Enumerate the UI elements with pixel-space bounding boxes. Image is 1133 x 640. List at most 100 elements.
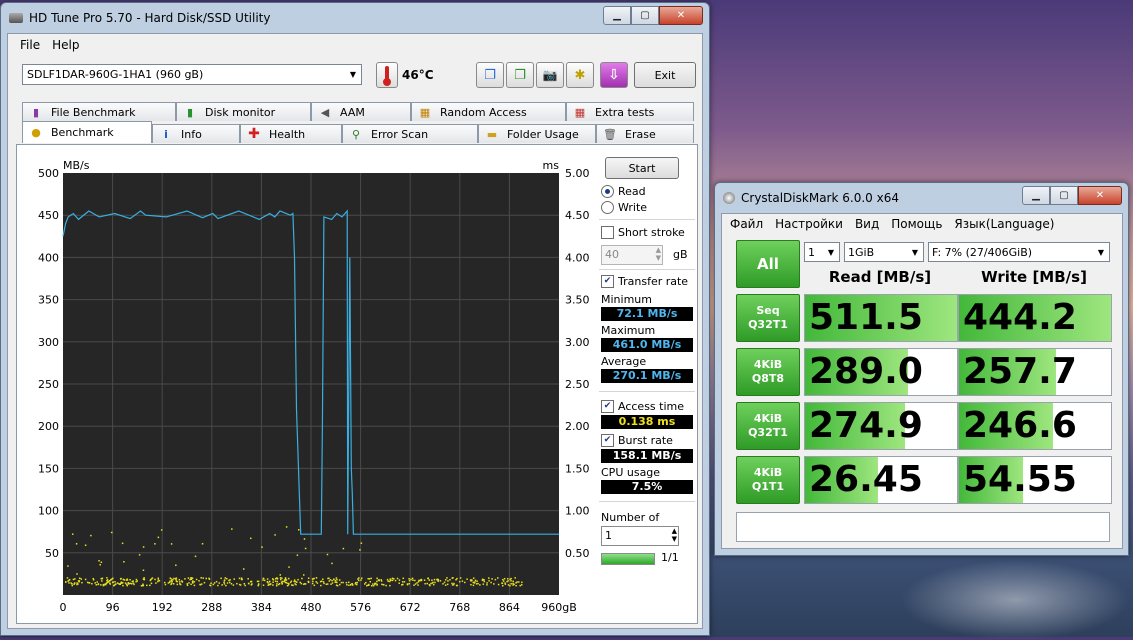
divider: [599, 219, 695, 220]
cdm-menu-language[interactable]: Язык(Language): [954, 217, 1054, 231]
access-time-point: [304, 547, 307, 550]
access-time-point: [160, 529, 163, 531]
access-time-point: [212, 583, 215, 586]
size-select[interactable]: 1GiB ▼: [844, 242, 924, 262]
save-button[interactable]: ⇩: [600, 62, 628, 88]
menu-file[interactable]: File: [20, 38, 40, 52]
menu-help[interactable]: Help: [52, 38, 79, 52]
chevron-down-icon: ▼: [1097, 247, 1105, 257]
cdm-menu-settings[interactable]: Настройки: [775, 217, 843, 231]
close-button[interactable]: ✕: [659, 6, 703, 25]
access-time-point: [202, 577, 204, 579]
access-time-point: [451, 577, 454, 579]
access-time-point: [127, 581, 130, 584]
screenshot-button[interactable]: 📷: [536, 62, 564, 88]
burst-rate-checkbox[interactable]: ✔ Burst rate: [601, 434, 673, 447]
tab-health[interactable]: ✚ Health: [240, 124, 342, 143]
comment-input[interactable]: [736, 512, 1110, 542]
tab-benchmark[interactable]: ● Benchmark: [22, 121, 152, 143]
cdm-minimize-button[interactable]: ▁: [1022, 186, 1050, 205]
copy-text-button[interactable]: ❐: [476, 62, 504, 88]
access-time-point: [247, 578, 249, 580]
y-right-tick-label: 1.50: [565, 462, 590, 475]
stroke-size-spinner[interactable]: 40 ▲ ▼: [601, 245, 663, 265]
access-time-point: [494, 578, 497, 581]
access-time-point: [142, 583, 144, 586]
access-time-point: [173, 577, 175, 580]
access-time-point: [437, 580, 439, 583]
y-right-unit: ms: [543, 159, 560, 172]
access-time-point: [326, 553, 329, 556]
drive-select[interactable]: F: 7% (27/406GiB) ▼: [928, 242, 1110, 262]
write-header: Write [MB/s]: [981, 268, 1087, 286]
access-time-point: [393, 578, 395, 580]
tab-disk-monitor[interactable]: ▮ Disk monitor: [176, 102, 311, 121]
access-time-point: [109, 582, 111, 584]
access-time-point: [74, 578, 76, 580]
tab-error-scan[interactable]: ⚲ Error Scan: [342, 124, 478, 143]
start-button[interactable]: Start: [605, 157, 679, 179]
read-radio[interactable]: Read: [601, 185, 646, 198]
access-time-point: [68, 582, 70, 584]
y-right-tick-label: 3.00: [565, 336, 590, 349]
access-time-point: [445, 579, 447, 581]
hdtune-titlebar[interactable]: HD Tune Pro 5.70 - Hard Disk/SSD Utility…: [1, 3, 709, 33]
access-time-label: Access time: [618, 400, 685, 413]
test-button-0[interactable]: Seq Q32T1: [736, 294, 800, 342]
access-time-point: [105, 583, 107, 586]
tab-error-scan-label: Error Scan: [371, 127, 429, 141]
short-stroke-checkbox[interactable]: Short stroke: [601, 226, 685, 239]
access-time-point: [396, 577, 399, 580]
access-time-point: [389, 580, 391, 583]
read-result-3: 26.45: [804, 456, 958, 504]
passes-spinner[interactable]: 1 ▲ ▼: [601, 526, 679, 546]
all-button[interactable]: All: [736, 240, 800, 288]
access-time-point: [210, 582, 212, 584]
options-button[interactable]: ✱: [566, 62, 594, 88]
test-button-3[interactable]: 4KiB Q1T1: [736, 456, 800, 504]
tab-random-access[interactable]: ▦ Random Access: [411, 102, 566, 121]
maximum-label: Maximum: [601, 324, 656, 337]
cdm-menu-file[interactable]: Файл: [730, 217, 763, 231]
access-time-point: [331, 562, 333, 565]
access-time-point: [338, 579, 341, 581]
access-time-point: [406, 583, 409, 585]
access-time-point: [451, 584, 454, 586]
write-radio[interactable]: Write: [601, 201, 647, 214]
tab-extra-tests[interactable]: ▦ Extra tests: [566, 102, 694, 121]
access-time-point: [81, 581, 83, 584]
cdm-menu-help[interactable]: Помощь: [891, 217, 942, 231]
transfer-rate-checkbox[interactable]: ✔ Transfer rate: [601, 275, 688, 288]
cdm-close-button[interactable]: ✕: [1078, 186, 1122, 205]
minimize-button[interactable]: ▁: [603, 6, 631, 25]
arrow-down-icon: ⇩: [608, 67, 620, 83]
y-left-tick-label: 300: [38, 336, 59, 349]
access-time-point: [243, 583, 246, 585]
access-time-point: [398, 579, 401, 581]
cdm-maximize-button[interactable]: ▢: [1050, 186, 1078, 205]
test-button-2[interactable]: 4KiB Q32T1: [736, 402, 800, 450]
cdm-menu-view[interactable]: Вид: [855, 217, 879, 231]
exit-button[interactable]: Exit: [634, 62, 696, 88]
average-label: Average: [601, 355, 647, 368]
drive-select[interactable]: SDLF1DAR-960G-1HA1 (960 gB) ▼: [22, 64, 362, 85]
tab-info[interactable]: i Info: [152, 124, 240, 143]
minimum-label: Minimum: [601, 293, 652, 306]
count-select[interactable]: 1 ▼: [804, 242, 840, 262]
tab-aam[interactable]: ◀ AAM: [311, 102, 411, 121]
test-button-1[interactable]: 4KiB Q8T8: [736, 348, 800, 396]
tab-erase[interactable]: 🗑 Erase: [596, 124, 694, 143]
access-time-point: [446, 583, 449, 586]
copy-screenshot-button[interactable]: ❐: [506, 62, 534, 88]
read-radio-label: Read: [618, 185, 646, 198]
access-time-checkbox[interactable]: ✔ Access time: [601, 400, 684, 413]
access-time-point: [268, 580, 271, 583]
access-time-point: [414, 583, 417, 585]
tab-file-benchmark[interactable]: ▮ File Benchmark: [22, 102, 176, 121]
cdm-titlebar[interactable]: CrystalDiskMark 6.0.0 x64 ▁ ▢ ✕: [715, 183, 1128, 213]
access-time-point: [469, 579, 472, 581]
tab-folder-usage[interactable]: ▬ Folder Usage: [478, 124, 596, 143]
access-time-point: [256, 580, 259, 583]
maximize-button[interactable]: ▢: [631, 6, 659, 25]
access-time-point: [335, 581, 337, 583]
